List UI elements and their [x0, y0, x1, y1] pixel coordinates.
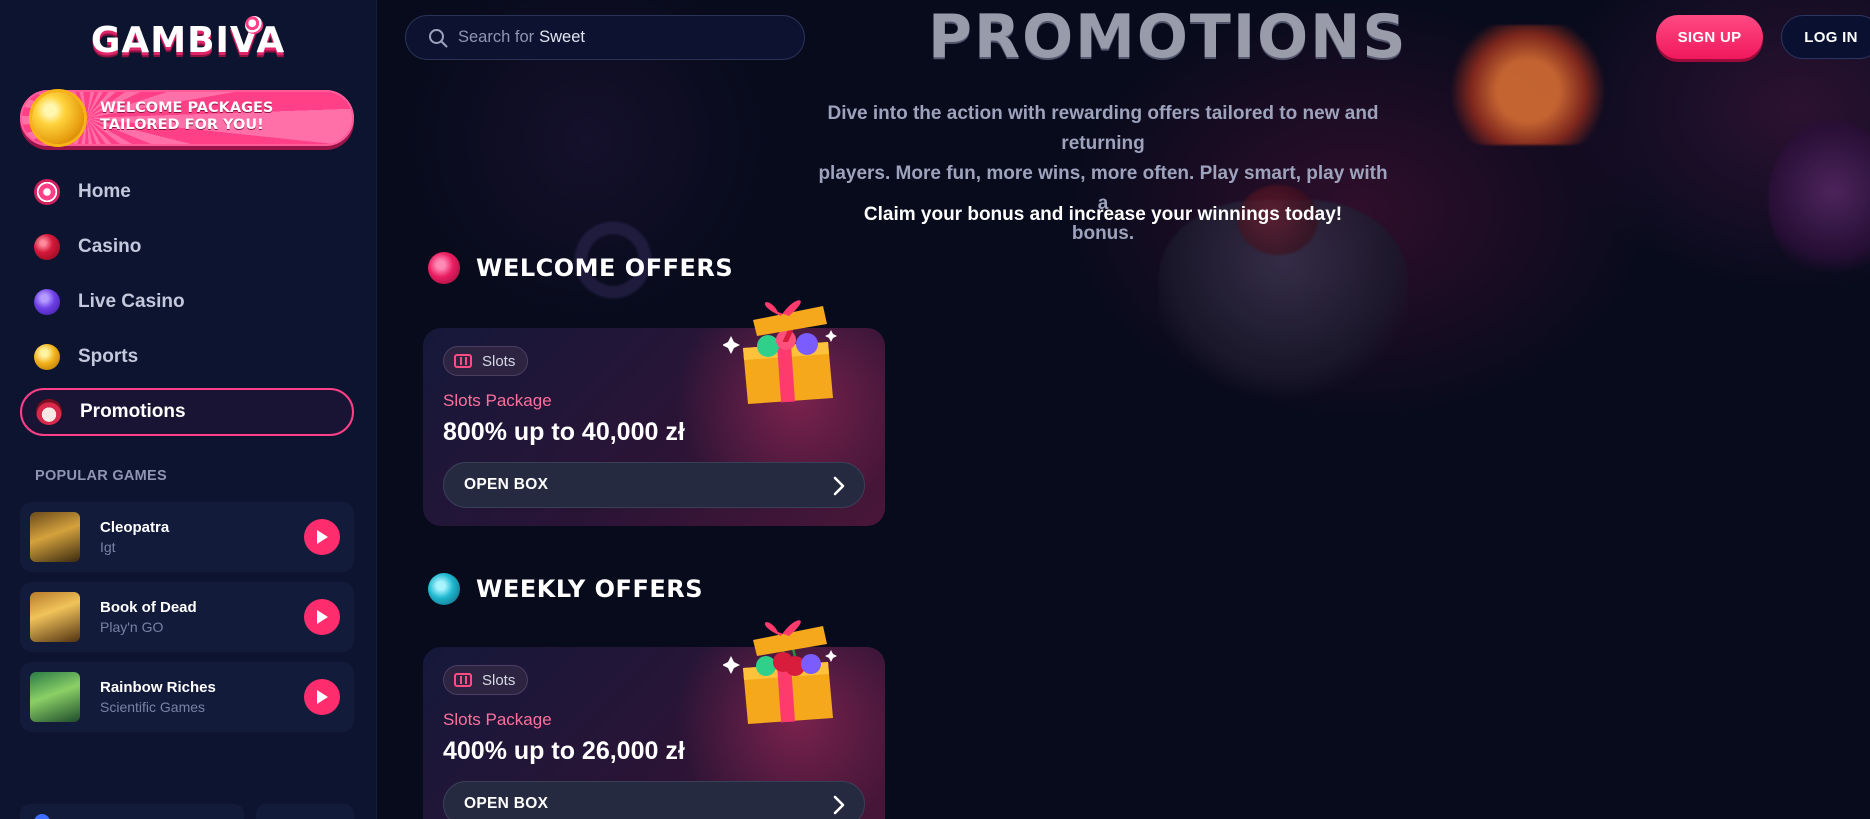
chevron-right-icon: [833, 476, 845, 496]
sign-up-button[interactable]: SIGN UP: [1656, 15, 1763, 59]
sidebar-item-promotions[interactable]: Promotions: [20, 388, 354, 436]
slot-machine-icon: [454, 673, 472, 687]
section-title: WELCOME OFFERS: [476, 254, 734, 282]
popular-games-list: Cleopatra Igt Book of Dead Play'n GO Rai…: [20, 502, 354, 742]
welcome-packages-banner[interactable]: WELCOME PACKAGES TAILORED FOR YOU!: [20, 90, 354, 146]
open-box-button[interactable]: OPEN BOX: [443, 781, 865, 819]
globe-icon: [34, 814, 50, 819]
play-button[interactable]: [304, 599, 340, 635]
claim-text: Claim your bonus and increase your winni…: [863, 204, 1343, 225]
sidebar-item-label: Casino: [78, 236, 142, 257]
sidebar-item-label: Promotions: [80, 401, 186, 422]
sidebar-item-home[interactable]: Home: [20, 168, 354, 216]
weekly-offers-heading: WEEKLY OFFERS: [428, 573, 703, 605]
game-thumbnail: [30, 592, 80, 642]
search-placeholder-term: Sweet: [539, 28, 585, 46]
lollipop-swirl-icon: [245, 16, 263, 34]
medal-icon: [34, 344, 60, 370]
package-amount: 800% up to 40,000 zł: [443, 418, 685, 446]
game-thumbnail: [30, 672, 80, 722]
banner-line-1: WELCOME PACKAGES: [100, 100, 274, 116]
game-item-cleopatra[interactable]: Cleopatra Igt: [20, 502, 354, 572]
popular-games-heading: POPULAR GAMES: [35, 468, 167, 484]
sidebar-item-sports[interactable]: Sports: [20, 333, 354, 381]
cyan-candy-icon: [428, 573, 460, 605]
game-item-book-of-dead[interactable]: Book of Dead Play'n GO: [20, 582, 354, 652]
open-box-label: OPEN BOX: [464, 795, 549, 812]
play-button[interactable]: [304, 679, 340, 715]
chevron-right-icon: [833, 795, 845, 815]
main-content: Search for Sweet PROMOTIONS SIGN UP LOG …: [378, 0, 1870, 819]
sidebar-item-label: Sports: [78, 346, 139, 367]
gift-box-cherry-icon: [723, 610, 848, 735]
tag-label: Slots: [482, 352, 516, 370]
game-item-rainbow-riches[interactable]: Rainbow Riches Scientific Games: [20, 662, 354, 732]
grape-decoration: [1768, 120, 1870, 280]
page-title: PROMOTIONS: [928, 2, 1408, 72]
gambiva-logo[interactable]: GAMBIVA: [91, 14, 284, 66]
banner-line-2: TAILORED FOR YOU!: [100, 117, 264, 133]
game-name: Book of Dead: [100, 599, 197, 616]
play-icon: [317, 610, 328, 624]
cake-slice-decoration: [1448, 25, 1608, 145]
sidebar: GAMBIVA WELCOME PACKAGES TAILORED FOR YO…: [0, 0, 377, 819]
play-button[interactable]: [304, 519, 340, 555]
intro-text: Dive into the action with rewarding offe…: [818, 99, 1388, 249]
cherry-icon: [34, 234, 60, 260]
game-thumbnail: [30, 512, 80, 562]
open-box-label: OPEN BOX: [464, 476, 549, 493]
game-provider: Igt: [100, 539, 116, 555]
slot-machine-icon: [454, 354, 472, 368]
play-icon: [317, 690, 328, 704]
gold-coin-icon: [32, 92, 84, 144]
cupcake-icon: [36, 399, 62, 425]
open-box-button[interactable]: OPEN BOX: [443, 462, 865, 508]
sidebar-item-label: Live Casino: [78, 291, 185, 312]
sidebar-item-live-casino[interactable]: Live Casino: [20, 278, 354, 326]
sidebar-item-label: Home: [78, 181, 131, 202]
settings-selector[interactable]: [256, 804, 354, 819]
package-label: Slots Package: [443, 710, 552, 729]
game-name: Cleopatra: [100, 519, 170, 536]
pink-candy-icon: [428, 252, 460, 284]
play-icon: [317, 530, 328, 544]
search-icon: [429, 28, 448, 47]
language-selector[interactable]: [20, 804, 244, 819]
slots-tag: Slots: [443, 665, 529, 695]
tag-label: Slots: [482, 671, 516, 689]
search-prefix: Search for: [458, 28, 535, 46]
banner-text: WELCOME PACKAGES TAILORED FOR YOU!: [100, 100, 273, 134]
game-name: Rainbow Riches: [100, 679, 216, 696]
log-in-button[interactable]: LOG IN: [1781, 15, 1870, 59]
gift-box-seven-icon: 7: [723, 290, 848, 415]
slots-tag: Slots: [443, 346, 529, 376]
intro-line-1: Dive into the action with rewarding offe…: [827, 103, 1379, 154]
sidebar-item-casino[interactable]: Casino: [20, 223, 354, 271]
game-provider: Scientific Games: [100, 699, 206, 715]
lollipop-icon: [34, 179, 60, 205]
search-input[interactable]: Search for Sweet: [405, 15, 805, 60]
package-amount: 400% up to 26,000 zł: [443, 737, 685, 765]
package-label: Slots Package: [443, 391, 552, 410]
game-provider: Play'n GO: [100, 619, 164, 635]
main-nav: Home Casino Live Casino Sports Promotion…: [20, 168, 354, 443]
chip-icon: [34, 289, 60, 315]
section-title: WEEKLY OFFERS: [476, 575, 703, 603]
welcome-offers-heading: WELCOME OFFERS: [428, 252, 733, 284]
